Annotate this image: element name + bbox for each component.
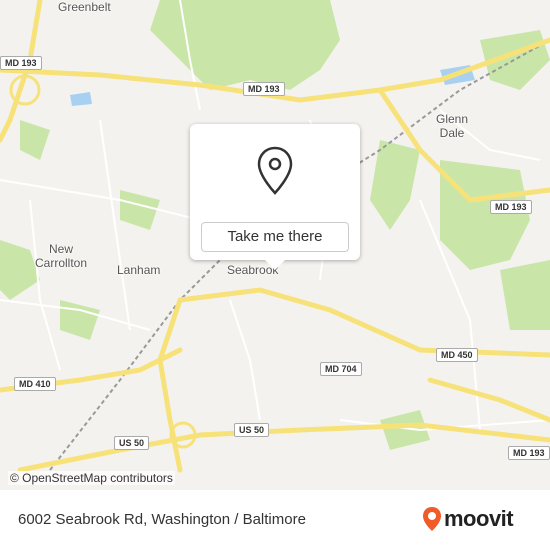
road-shield-md193: MD 193 (0, 56, 42, 70)
road-shield-md410: MD 410 (14, 377, 56, 391)
moovit-logo-text: moovit (444, 506, 514, 531)
map[interactable]: Greenbelt Glenn Dale New Carrollton Lanh… (0, 0, 550, 490)
park-area (120, 190, 160, 230)
park-area (370, 140, 420, 230)
take-me-there-button[interactable]: Take me there (201, 222, 349, 252)
water-body (70, 92, 92, 106)
road-shield-us50: US 50 (234, 423, 270, 437)
road-md704-md450 (177, 287, 550, 358)
moovit-pin-icon (423, 507, 441, 531)
place-label-lanham: Lanham (117, 263, 161, 277)
place-label-greenbelt: Greenbelt (58, 0, 111, 14)
park-area (500, 260, 550, 330)
road-shield-us50: US 50 (114, 436, 150, 450)
place-label-new-carrollton: New Carrollton (35, 242, 88, 270)
moovit-logo[interactable]: moovit (422, 504, 514, 534)
road-shield-md193: MD 193 (508, 446, 550, 460)
park-area (150, 0, 340, 90)
park-area (20, 120, 50, 160)
location-popup: Take me there (190, 124, 360, 270)
road-shield-md450: MD 450 (436, 348, 478, 362)
road-shield-md704: MD 704 (320, 362, 362, 376)
road-shield-md193: MD 193 (490, 200, 532, 214)
road-md193-south (427, 377, 550, 423)
footer: 6002 Seabrook Rd, Washington / Baltimore… (0, 490, 550, 550)
place-label-glenn-dale: Glenn Dale (436, 112, 469, 140)
park-area (60, 300, 100, 340)
address-text: 6002 Seabrook Rd, Washington / Baltimore (18, 511, 306, 528)
location-pin-icon (257, 146, 293, 195)
road-shield-md193: MD 193 (243, 82, 285, 96)
road-us50 (17, 422, 550, 473)
park-area (440, 160, 530, 270)
map-attribution[interactable]: © OpenStreetMap contributors (8, 471, 175, 485)
